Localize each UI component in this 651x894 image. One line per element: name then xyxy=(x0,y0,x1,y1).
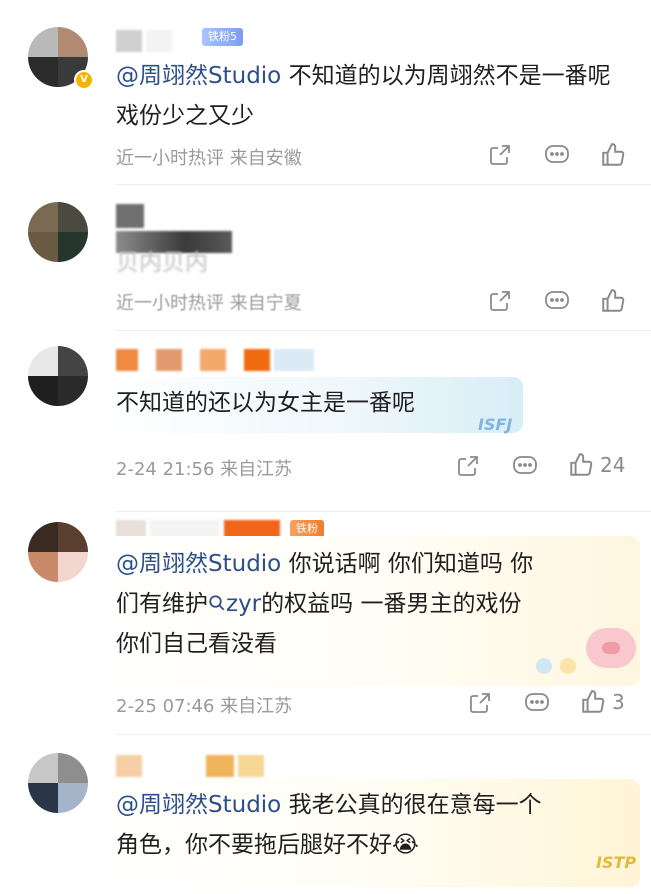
username[interactable] xyxy=(116,349,314,371)
reply-button[interactable] xyxy=(544,289,570,313)
avatar[interactable] xyxy=(28,202,88,262)
share-icon xyxy=(458,456,478,476)
share-button[interactable] xyxy=(468,691,492,715)
comment-item: @周翊然Studio 我老公真的很在意每一个 角色，你不要拖后腿好不好😭 IST… xyxy=(0,735,651,894)
username[interactable] xyxy=(116,755,264,777)
comment-icon xyxy=(525,693,549,711)
like-icon xyxy=(602,143,625,166)
comment-text: 贝内贝内 xyxy=(116,250,208,276)
like-button[interactable]: 24 xyxy=(568,452,625,478)
fan-badge: 铁粉5 xyxy=(202,28,243,46)
reply-button[interactable] xyxy=(524,691,550,715)
comment-meta: 近一小时热评 来自安徽 xyxy=(116,148,302,169)
personality-sticker: ISTP xyxy=(596,853,637,872)
comment-icon xyxy=(513,456,537,474)
like-count: 24 xyxy=(600,453,626,477)
personality-sticker: ISFJ xyxy=(478,415,513,434)
like-icon xyxy=(570,453,593,476)
mention-link[interactable]: @周翊然Studio xyxy=(116,63,281,89)
share-button[interactable] xyxy=(488,143,512,167)
comment-text: @周翊然Studio 你说话啊 你们知道吗 你 们有维护 zyr的权益吗 一番男主… xyxy=(116,551,534,657)
reply-button[interactable] xyxy=(512,454,538,478)
comment-text: 不知道的还以为女主是一番呢 xyxy=(116,390,415,416)
verified-icon: V xyxy=(74,70,94,90)
comment-meta: 近一小时热评 来自宁夏 xyxy=(116,293,302,314)
share-icon xyxy=(490,145,510,165)
comment-icon xyxy=(545,291,569,309)
username[interactable] xyxy=(116,30,172,52)
share-button[interactable] xyxy=(456,454,480,478)
comment-item: 不知道的还以为女主是一番呢 ISFJ 2-24 21:56 来自江苏 24 xyxy=(0,331,651,511)
comment-text: @周翊然Studio 我老公真的很在意每一个 角色，你不要拖后腿好不好😭 xyxy=(116,792,542,858)
share-icon xyxy=(470,693,490,713)
comment-item: 铁粉 @周翊然Studio 你说话啊 你们知道吗 你 们有维护 zyr的权益吗 一… xyxy=(0,512,651,734)
comment-icon xyxy=(545,145,569,163)
avatar[interactable] xyxy=(28,753,88,813)
share-button[interactable] xyxy=(488,289,512,313)
comment-meta: 2-25 07:46 来自江苏 xyxy=(116,696,293,717)
mention-link[interactable]: @周翊然Studio xyxy=(116,792,281,818)
comment-item: 贝内贝内 近一小时热评 来自宁夏 xyxy=(0,185,651,330)
comment-item: V 铁粉5 @周翊然Studio 不知道的以为周翊然不是一番呢 戏份少之又少 近… xyxy=(0,0,651,184)
search-link[interactable]: zyr xyxy=(208,591,261,617)
like-count: 3 xyxy=(612,690,625,714)
comment-meta: 2-24 21:56 来自江苏 xyxy=(116,459,293,480)
username[interactable] xyxy=(116,204,144,228)
search-icon xyxy=(209,595,225,611)
decoration-dots xyxy=(536,658,552,674)
like-button[interactable] xyxy=(600,288,626,314)
share-icon xyxy=(490,291,510,311)
decoration-dots xyxy=(560,658,576,674)
crying-emoji: 😭 xyxy=(392,832,419,858)
avatar[interactable] xyxy=(28,346,88,406)
reply-button[interactable] xyxy=(544,143,570,167)
like-button[interactable] xyxy=(600,142,626,168)
pig-sticker xyxy=(586,628,636,668)
comment-text: @周翊然Studio 不知道的以为周翊然不是一番呢 戏份少之又少 xyxy=(116,63,611,129)
like-icon xyxy=(602,289,625,312)
avatar[interactable] xyxy=(28,522,88,582)
mention-link[interactable]: @周翊然Studio xyxy=(116,551,281,577)
like-button[interactable]: 3 xyxy=(580,689,625,715)
like-icon xyxy=(582,690,605,713)
